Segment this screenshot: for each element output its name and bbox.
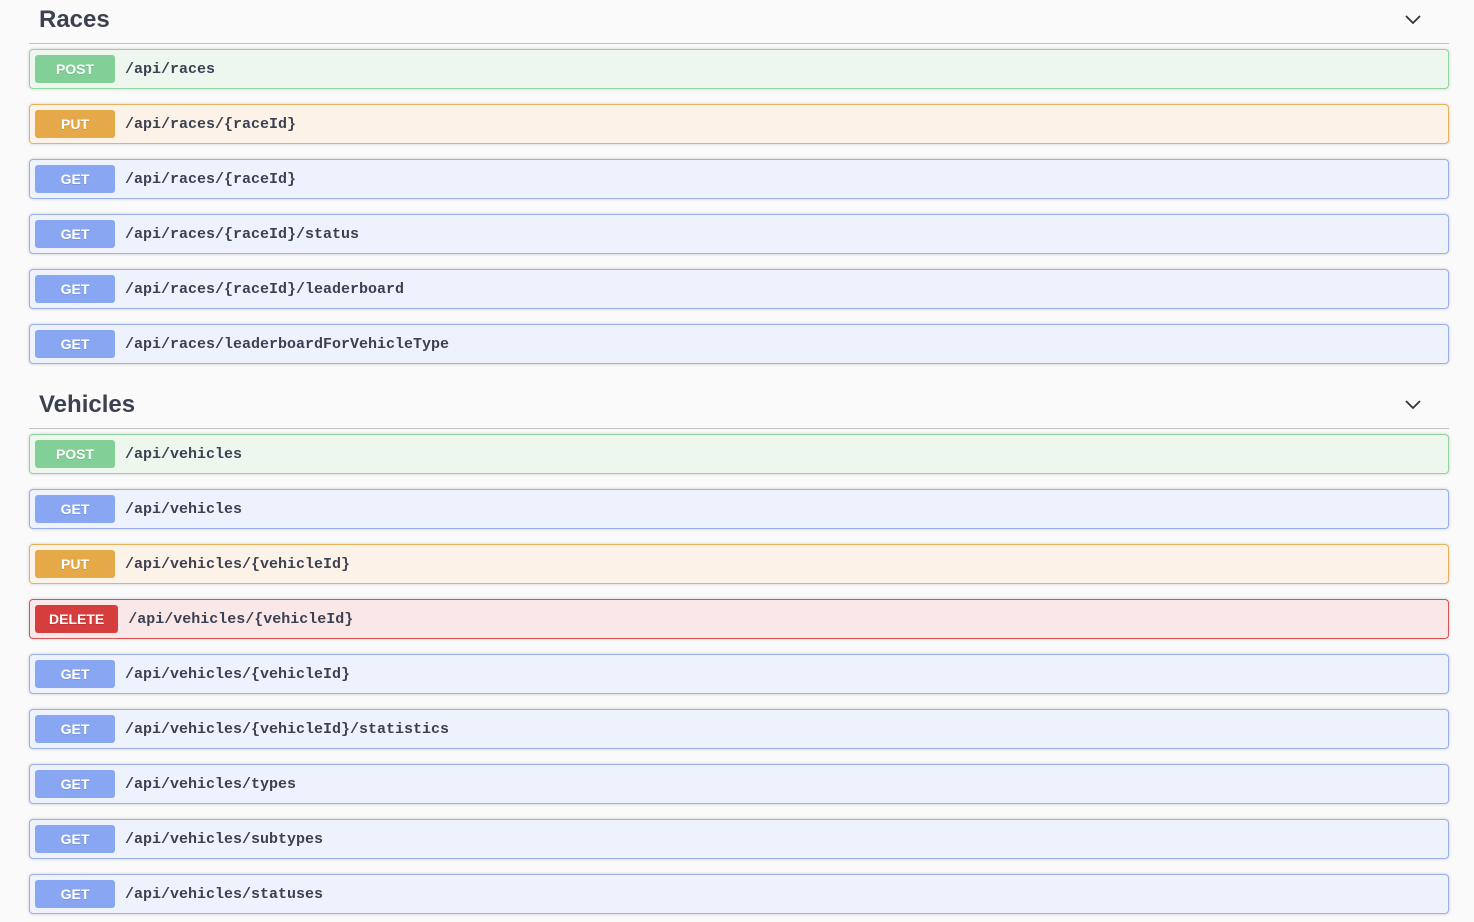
- method-badge: GET: [35, 275, 115, 303]
- operation-path: /api/vehicles/{vehicleId}: [125, 665, 351, 683]
- operation-put-vehicle[interactable]: PUT /api/vehicles/{vehicleId}: [29, 544, 1449, 584]
- chevron-down-icon[interactable]: [1403, 395, 1423, 415]
- operation-path: /api/races/{raceId}: [125, 115, 297, 133]
- operation-get-vehicle-subtypes[interactable]: GET /api/vehicles/subtypes: [29, 819, 1449, 859]
- method-badge: GET: [35, 880, 115, 908]
- operation-path: /api/races/{raceId}/status: [125, 225, 360, 243]
- operation-get-vehicles[interactable]: GET /api/vehicles: [29, 489, 1449, 529]
- section-title: Races: [39, 6, 110, 33]
- section-races: Races POST /api/races PUT /api/races/{ra…: [29, 0, 1449, 364]
- operation-path: /api/vehicles/{vehicleId}: [125, 555, 351, 573]
- operation-path: /api/races/{raceId}/leaderboard: [125, 280, 405, 298]
- method-badge: GET: [35, 660, 115, 688]
- operation-get-leaderboard-for-vehicle-type[interactable]: GET /api/races/leaderboardForVehicleType: [29, 324, 1449, 364]
- operation-path: /api/races/leaderboardForVehicleType: [125, 335, 450, 353]
- operation-get-vehicle-statistics[interactable]: GET /api/vehicles/{vehicleId}/statistics: [29, 709, 1449, 749]
- method-badge: GET: [35, 715, 115, 743]
- operation-path: /api/vehicles/{vehicleId}: [128, 610, 354, 628]
- operation-path: /api/vehicles/{vehicleId}/statistics: [125, 720, 450, 738]
- operation-get-race-status[interactable]: GET /api/races/{raceId}/status: [29, 214, 1449, 254]
- operation-delete-vehicle[interactable]: DELETE /api/vehicles/{vehicleId}: [29, 599, 1449, 639]
- method-badge: PUT: [35, 110, 115, 138]
- operation-get-race-leaderboard[interactable]: GET /api/races/{raceId}/leaderboard: [29, 269, 1449, 309]
- operation-get-vehicle[interactable]: GET /api/vehicles/{vehicleId}: [29, 654, 1449, 694]
- method-badge: GET: [35, 165, 115, 193]
- method-badge: PUT: [35, 550, 115, 578]
- operation-path: /api/races/{raceId}: [125, 170, 297, 188]
- method-badge: GET: [35, 770, 115, 798]
- method-badge: DELETE: [35, 605, 119, 633]
- operation-get-race[interactable]: GET /api/races/{raceId}: [29, 159, 1449, 199]
- method-badge: POST: [35, 55, 115, 83]
- operation-path: /api/races: [125, 60, 216, 78]
- operation-get-vehicle-types[interactable]: GET /api/vehicles/types: [29, 764, 1449, 804]
- operation-put-race[interactable]: PUT /api/races/{raceId}: [29, 104, 1449, 144]
- section-vehicles: Vehicles POST /api/vehicles GET /api/veh…: [29, 385, 1449, 914]
- method-badge: GET: [35, 220, 115, 248]
- operation-post-races[interactable]: POST /api/races: [29, 49, 1449, 89]
- operation-path: /api/vehicles: [125, 500, 243, 518]
- operation-path: /api/vehicles/types: [125, 775, 297, 793]
- section-title: Vehicles: [39, 391, 136, 418]
- section-header-races[interactable]: Races: [29, 0, 1449, 44]
- operation-path: /api/vehicles/statuses: [125, 885, 324, 903]
- method-badge: GET: [35, 330, 115, 358]
- method-badge: GET: [35, 495, 115, 523]
- operation-get-vehicle-statuses[interactable]: GET /api/vehicles/statuses: [29, 874, 1449, 914]
- operation-path: /api/vehicles: [125, 445, 243, 463]
- method-badge: POST: [35, 440, 115, 468]
- section-header-vehicles[interactable]: Vehicles: [29, 385, 1449, 429]
- operation-post-vehicles[interactable]: POST /api/vehicles: [29, 434, 1449, 474]
- method-badge: GET: [35, 825, 115, 853]
- operation-path: /api/vehicles/subtypes: [125, 830, 324, 848]
- chevron-down-icon[interactable]: [1403, 10, 1423, 30]
